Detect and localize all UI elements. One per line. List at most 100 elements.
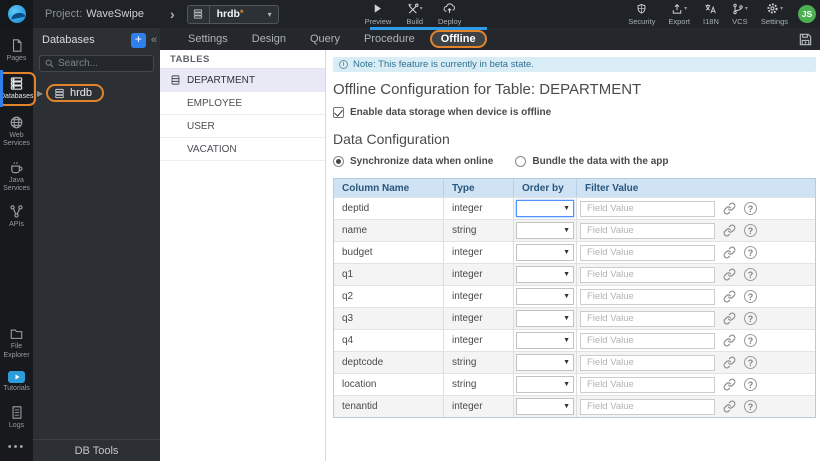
column-name-value: q3 — [334, 308, 444, 329]
coffee-cup-icon — [9, 160, 24, 175]
help-icon[interactable]: ? — [744, 290, 757, 303]
info-icon: i — [339, 60, 348, 69]
sidebar-item-databases[interactable]: Databases — [0, 68, 36, 108]
chevron-down-icon: ▾ — [779, 6, 783, 12]
table-item-department[interactable]: DEPARTMENT — [160, 69, 325, 92]
order-by-select[interactable]: ▼ — [516, 266, 574, 283]
vcs-button[interactable]: ▾ VCS — [732, 2, 748, 26]
filter-value-input[interactable] — [580, 310, 715, 327]
link-field-icon[interactable] — [723, 202, 736, 215]
help-icon[interactable]: ? — [744, 224, 757, 237]
collapse-panel-icon[interactable]: « — [151, 34, 157, 46]
enable-offline-storage-checkbox[interactable]: Enable data storage when device is offli… — [333, 107, 816, 118]
order-by-select[interactable]: ▼ — [516, 332, 574, 349]
order-by-select[interactable]: ▼ — [516, 288, 574, 305]
column-name-value: tenantid — [334, 396, 444, 417]
order-by-select[interactable]: ▼ — [516, 222, 574, 239]
checkbox-checked-icon[interactable] — [333, 107, 344, 118]
link-field-icon[interactable] — [723, 290, 736, 303]
help-icon[interactable]: ? — [744, 268, 757, 281]
column-type-value: string — [444, 374, 514, 395]
link-field-icon[interactable] — [723, 312, 736, 325]
filter-value-input[interactable] — [580, 266, 715, 283]
filter-value-input[interactable] — [580, 244, 715, 261]
preview-button[interactable]: Preview — [365, 2, 391, 26]
link-field-icon[interactable] — [723, 224, 736, 237]
user-avatar[interactable]: JS — [798, 5, 816, 23]
sidebar-item-logs[interactable]: Logs — [0, 399, 33, 435]
tab-query[interactable]: Query — [301, 31, 349, 47]
tab-settings[interactable]: Settings — [179, 31, 237, 47]
tree-item-label: hrdb — [70, 87, 93, 99]
table-row: budget integer ▼ ? — [334, 241, 815, 263]
search-input[interactable] — [58, 58, 148, 69]
sidebar-item-java-services[interactable]: Java Services — [0, 154, 33, 199]
tab-procedure[interactable]: Procedure — [355, 31, 424, 47]
radio-bundle-with-app[interactable]: Bundle the data with the app — [515, 156, 668, 167]
security-button[interactable]: Security — [628, 2, 655, 26]
filter-value-input[interactable] — [580, 332, 715, 349]
table-item-vacation[interactable]: VACATION — [160, 138, 325, 161]
export-button[interactable]: ▾ Export — [668, 2, 690, 26]
help-icon[interactable]: ? — [744, 356, 757, 369]
help-icon[interactable]: ? — [744, 312, 757, 325]
order-by-select[interactable]: ▼ — [516, 398, 574, 415]
save-icon[interactable] — [798, 32, 813, 47]
expander-triangle-icon[interactable]: ▶ — [37, 89, 46, 98]
order-by-select[interactable]: ▼ — [516, 376, 574, 393]
app-logo[interactable] — [0, 0, 33, 28]
filter-value-input[interactable] — [580, 376, 715, 393]
deploy-button[interactable]: Deploy — [438, 2, 461, 26]
column-name-value: q2 — [334, 286, 444, 307]
tab-design[interactable]: Design — [243, 31, 295, 47]
more-options-button[interactable]: ••• — [8, 435, 26, 461]
order-by-select[interactable]: ▼ — [516, 310, 574, 327]
sidebar-item-file-explorer[interactable]: File Explorer — [0, 321, 33, 365]
link-field-icon[interactable] — [723, 246, 736, 259]
filter-value-input[interactable] — [580, 200, 715, 217]
tab-offline[interactable]: Offline — [429, 30, 487, 48]
filter-value-input[interactable] — [580, 354, 715, 371]
column-type-value: integer — [444, 242, 514, 263]
table-item-employee[interactable]: EMPLOYEE — [160, 92, 325, 115]
db-tools-button[interactable]: DB Tools — [33, 439, 160, 461]
filter-value-input[interactable] — [580, 288, 715, 305]
deploy-cloud-icon — [443, 2, 456, 15]
chevron-down-icon: ▼ — [563, 337, 570, 344]
sidebar-item-apis[interactable]: APIs — [0, 198, 33, 234]
filter-value-input[interactable] — [580, 222, 715, 239]
order-by-select[interactable]: ▼ — [516, 200, 574, 217]
settings-button[interactable]: ▾ Settings — [761, 2, 788, 26]
link-field-icon[interactable] — [723, 356, 736, 369]
filter-value-input[interactable] — [580, 398, 715, 415]
export-icon: ▾ — [671, 2, 687, 15]
i18n-button[interactable]: I18N — [703, 2, 719, 26]
build-button[interactable]: ▾ Build — [406, 2, 423, 26]
table-item-user[interactable]: USER — [160, 115, 325, 138]
chevron-down-icon: ▾ — [684, 6, 688, 12]
help-icon[interactable]: ? — [744, 334, 757, 347]
help-icon[interactable]: ? — [744, 202, 757, 215]
radio-unselected-icon[interactable] — [515, 156, 527, 167]
chevron-down-icon: ▼ — [563, 381, 570, 388]
radio-synchronize-online[interactable]: Synchronize data when online — [333, 156, 493, 167]
tree-item-hrdb[interactable]: ▶ hrdb — [33, 83, 160, 103]
order-by-select[interactable]: ▼ — [516, 354, 574, 371]
database-selector-dropdown[interactable]: hrdb* ▾ — [186, 4, 279, 24]
sidebar-item-tutorials[interactable]: Tutorials — [0, 365, 33, 398]
help-icon[interactable]: ? — [744, 246, 757, 259]
database-search[interactable] — [39, 55, 154, 72]
sidebar-item-web-services[interactable]: Web Services — [0, 109, 33, 154]
add-database-button[interactable]: + — [130, 32, 146, 48]
radio-selected-icon[interactable] — [333, 156, 344, 167]
link-field-icon[interactable] — [723, 268, 736, 281]
link-field-icon[interactable] — [723, 334, 736, 347]
link-field-icon[interactable] — [723, 378, 736, 391]
order-by-select[interactable]: ▼ — [516, 244, 574, 261]
sidebar-item-pages[interactable]: Pages — [0, 32, 33, 68]
help-icon[interactable]: ? — [744, 400, 757, 413]
help-icon[interactable]: ? — [744, 378, 757, 391]
column-name-value: name — [334, 220, 444, 241]
link-field-icon[interactable] — [723, 400, 736, 413]
column-config-table: Column Name Type Order by Filter Value d… — [333, 178, 816, 418]
